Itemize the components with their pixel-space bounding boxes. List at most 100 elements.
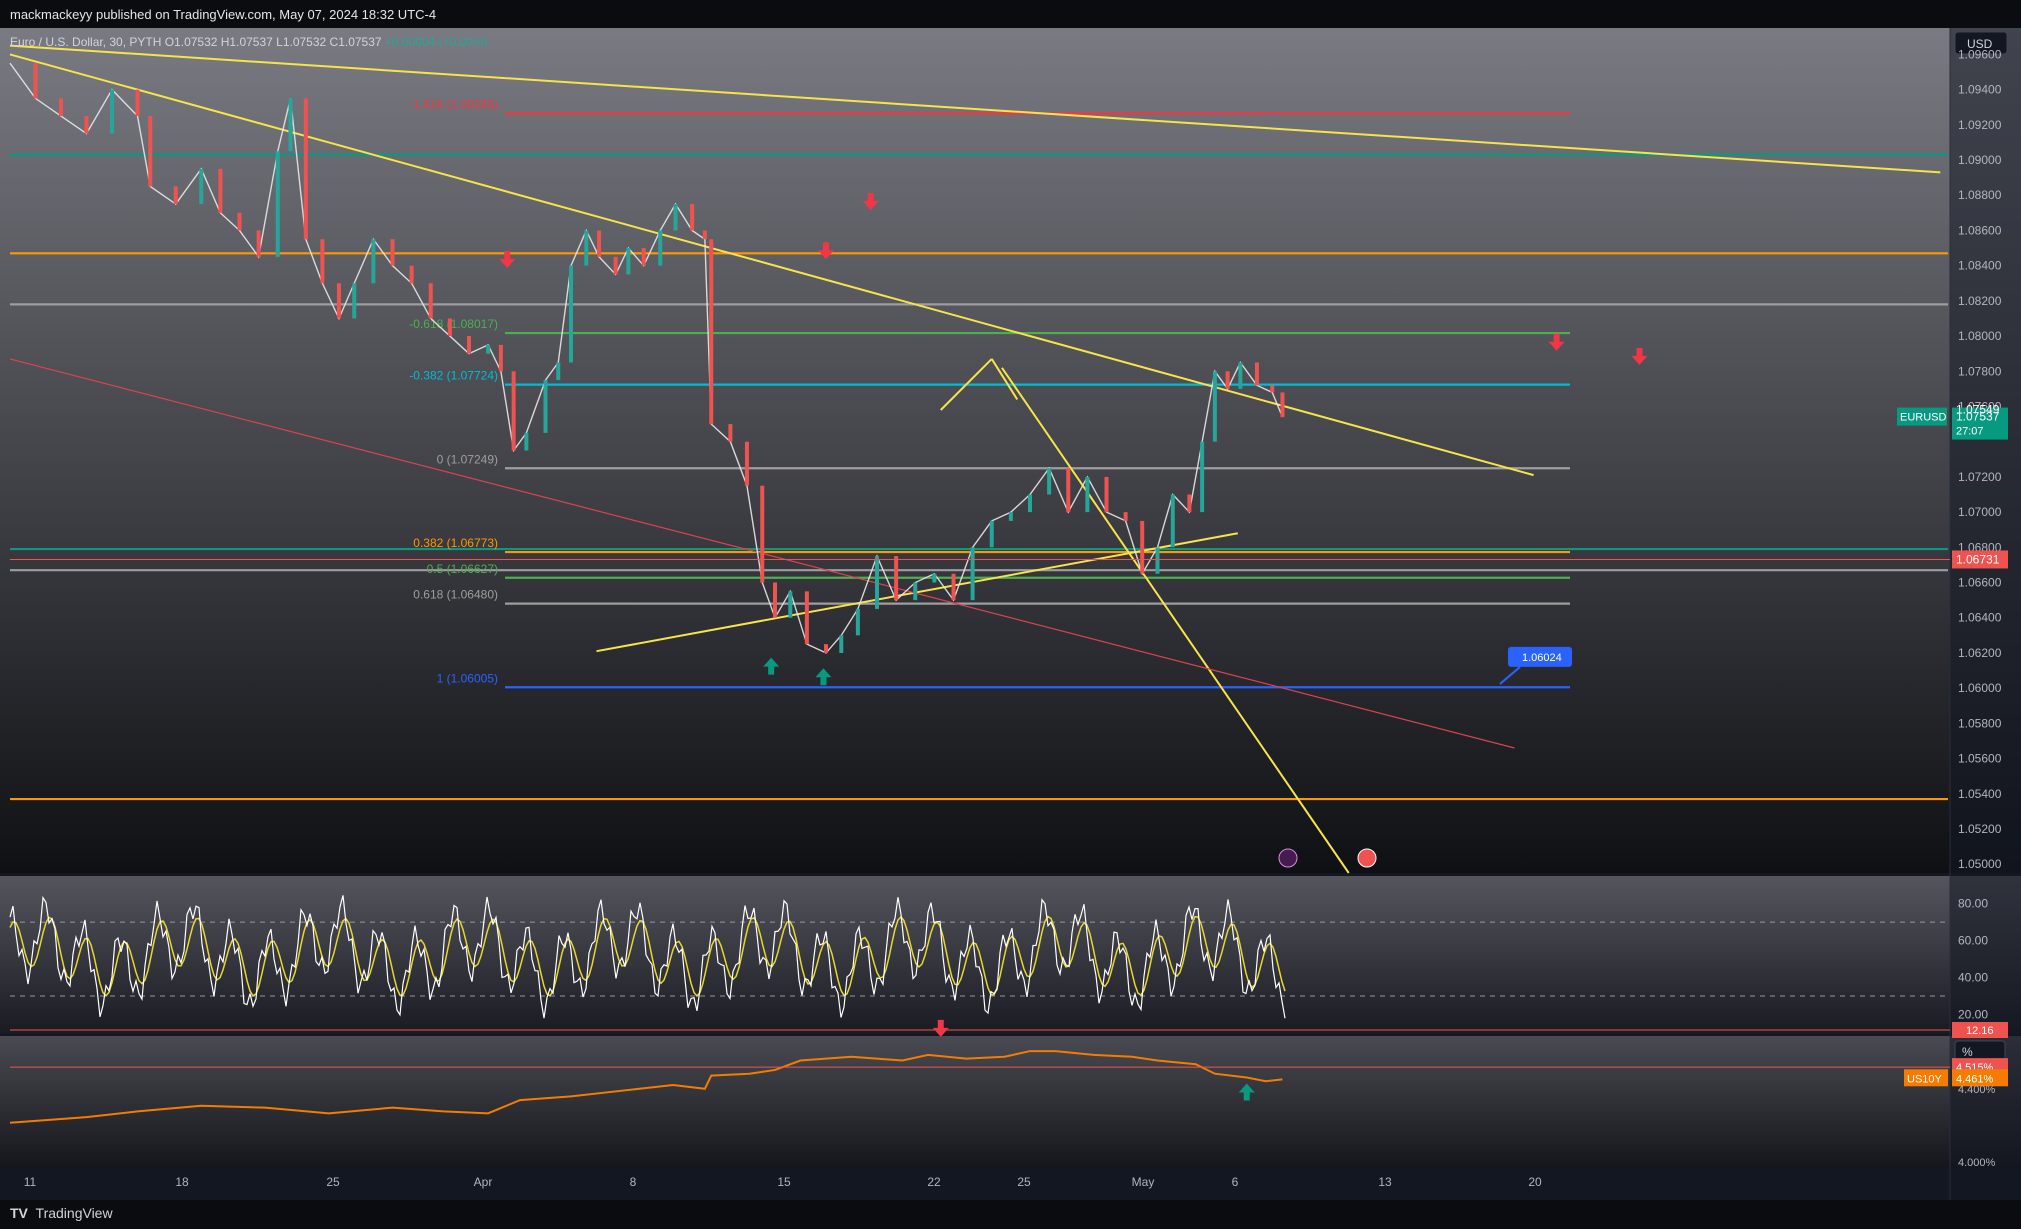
x-tick-6: 22	[927, 1175, 941, 1189]
x-tick-10: 13	[1378, 1175, 1392, 1189]
footer-bar	[0, 1200, 2021, 1229]
y-tick-20: 1.05400	[1958, 787, 2002, 801]
candle-45	[788, 591, 793, 618]
candle-65	[1155, 547, 1160, 574]
candle-43	[760, 485, 765, 583]
candle-17	[352, 283, 357, 319]
candle-30	[569, 265, 573, 363]
candle-58	[1028, 494, 1032, 513]
y-tick-12: 1.07000	[1958, 505, 2002, 519]
y-tick-1: 1.09400	[1958, 83, 2002, 97]
y-tick-19: 1.05600	[1958, 752, 2002, 766]
candle-24	[486, 344, 491, 354]
fib-label-3: 0 (1.07249)	[437, 452, 498, 466]
candle-41	[728, 424, 733, 442]
y-tick-7: 1.08200	[1958, 294, 2002, 308]
candle-20	[409, 265, 414, 284]
candle-69	[1212, 371, 1217, 442]
candle-72	[1254, 362, 1259, 386]
candle-42	[744, 441, 749, 486]
rsi-tick-1: 60.00	[1958, 934, 1988, 948]
x-tick-4: 8	[630, 1175, 637, 1189]
symbol-label: EURUSD	[1900, 412, 1947, 424]
candle-56	[989, 520, 994, 548]
candle-71	[1238, 362, 1243, 389]
candle-14	[303, 98, 308, 240]
x-tick-0: 11	[24, 1175, 37, 1189]
y-tick-4: 1.08800	[1958, 188, 2002, 202]
y-tick-5: 1.08600	[1958, 223, 2002, 237]
candle-34	[626, 248, 631, 275]
candle-31	[584, 230, 589, 266]
brand-label: TradingView	[35, 1205, 113, 1221]
rsi-tick-0: 80.00	[1958, 897, 1988, 911]
candle-57	[1008, 512, 1013, 521]
y-tick-9: 1.07800	[1958, 364, 2002, 378]
candle-26	[511, 371, 516, 451]
candle-55	[970, 547, 975, 601]
candle-22	[447, 318, 452, 337]
candle-74	[1280, 392, 1285, 418]
x-tick-9: 6	[1232, 1175, 1239, 1189]
candle-10	[237, 212, 242, 231]
y-tick-21: 1.05200	[1958, 822, 2002, 836]
tradingview-brand[interactable]: TV TradingView	[10, 1205, 113, 1221]
level-a-label: 1.07549	[1956, 402, 2000, 416]
candle-68	[1200, 441, 1205, 513]
x-tick-1: 18	[175, 1175, 189, 1189]
candle-21	[428, 283, 433, 319]
chart-area[interactable]: -1.618 (1.09265) -0.618 (1.08017) -0.382 (…	[0, 28, 2021, 1200]
x-tick-8: May	[1132, 1175, 1155, 1189]
top-bar: mackmackeyy published on TradingView.com…	[0, 0, 2021, 28]
rsi-tick-2: 40.00	[1958, 971, 1988, 985]
y-tick-17: 1.06000	[1958, 681, 2002, 695]
candle-54	[951, 573, 956, 601]
candle-38	[690, 204, 695, 231]
candle-13	[288, 98, 293, 152]
x-tick-2: 25	[326, 1175, 340, 1189]
candle-59	[1047, 468, 1052, 495]
candle-64	[1140, 520, 1145, 574]
x-tick-7: 25	[1017, 1175, 1031, 1189]
y-tick-6: 1.08400	[1958, 259, 2002, 273]
fib-label-7: 1 (1.06005)	[437, 671, 498, 685]
target-label: 1.06024	[1522, 652, 1562, 664]
candle-32	[597, 230, 602, 257]
y-tick-14: 1.06600	[1958, 576, 2002, 590]
fib-label-4: 0.382 (1.06773)	[413, 536, 498, 550]
candle-52	[913, 582, 918, 601]
candle-1	[33, 63, 38, 99]
candle-50	[875, 556, 879, 609]
x-axis-bg	[0, 1170, 2021, 1200]
fib-label-0: -1.618 (1.09265)	[409, 97, 498, 111]
y-tick-16: 1.06200	[1958, 646, 2002, 660]
us10y-tick-0: 4.400%	[1958, 1084, 1996, 1096]
candle-63	[1123, 512, 1128, 521]
candle-66	[1170, 494, 1175, 548]
chart-title: Euro / U.S. Dollar, 30, PYTH O1.07532 H1…	[10, 35, 488, 49]
candle-11	[256, 230, 261, 257]
candle-48	[839, 635, 844, 653]
fib-label-5: 0.5 (1.06627)	[427, 562, 498, 576]
candle-35	[641, 248, 646, 266]
candle-25	[498, 344, 503, 372]
x-tick-5: 15	[777, 1175, 791, 1189]
candle-29	[556, 362, 561, 381]
candle-40	[709, 239, 714, 425]
x-tick-3: Apr	[474, 1175, 493, 1189]
candle-36	[658, 230, 663, 266]
candle-4	[110, 89, 114, 134]
fib-label-6: 0.618 (1.06480)	[413, 588, 498, 602]
candle-3	[84, 116, 89, 134]
candle-23	[467, 336, 471, 354]
candle-62	[1104, 476, 1109, 513]
rsi-tick-3: 20.00	[1958, 1008, 1988, 1022]
candle-33	[613, 256, 618, 275]
candle-16	[336, 283, 341, 319]
us10y-currency: %	[1962, 1045, 1973, 1059]
us10y-tick-1: 4.000%	[1958, 1157, 1996, 1169]
candle-61	[1085, 476, 1090, 513]
candle-7	[173, 186, 178, 205]
y-tick-18: 1.05800	[1958, 716, 2002, 730]
fib-label-1: -0.618 (1.08017)	[409, 317, 498, 331]
